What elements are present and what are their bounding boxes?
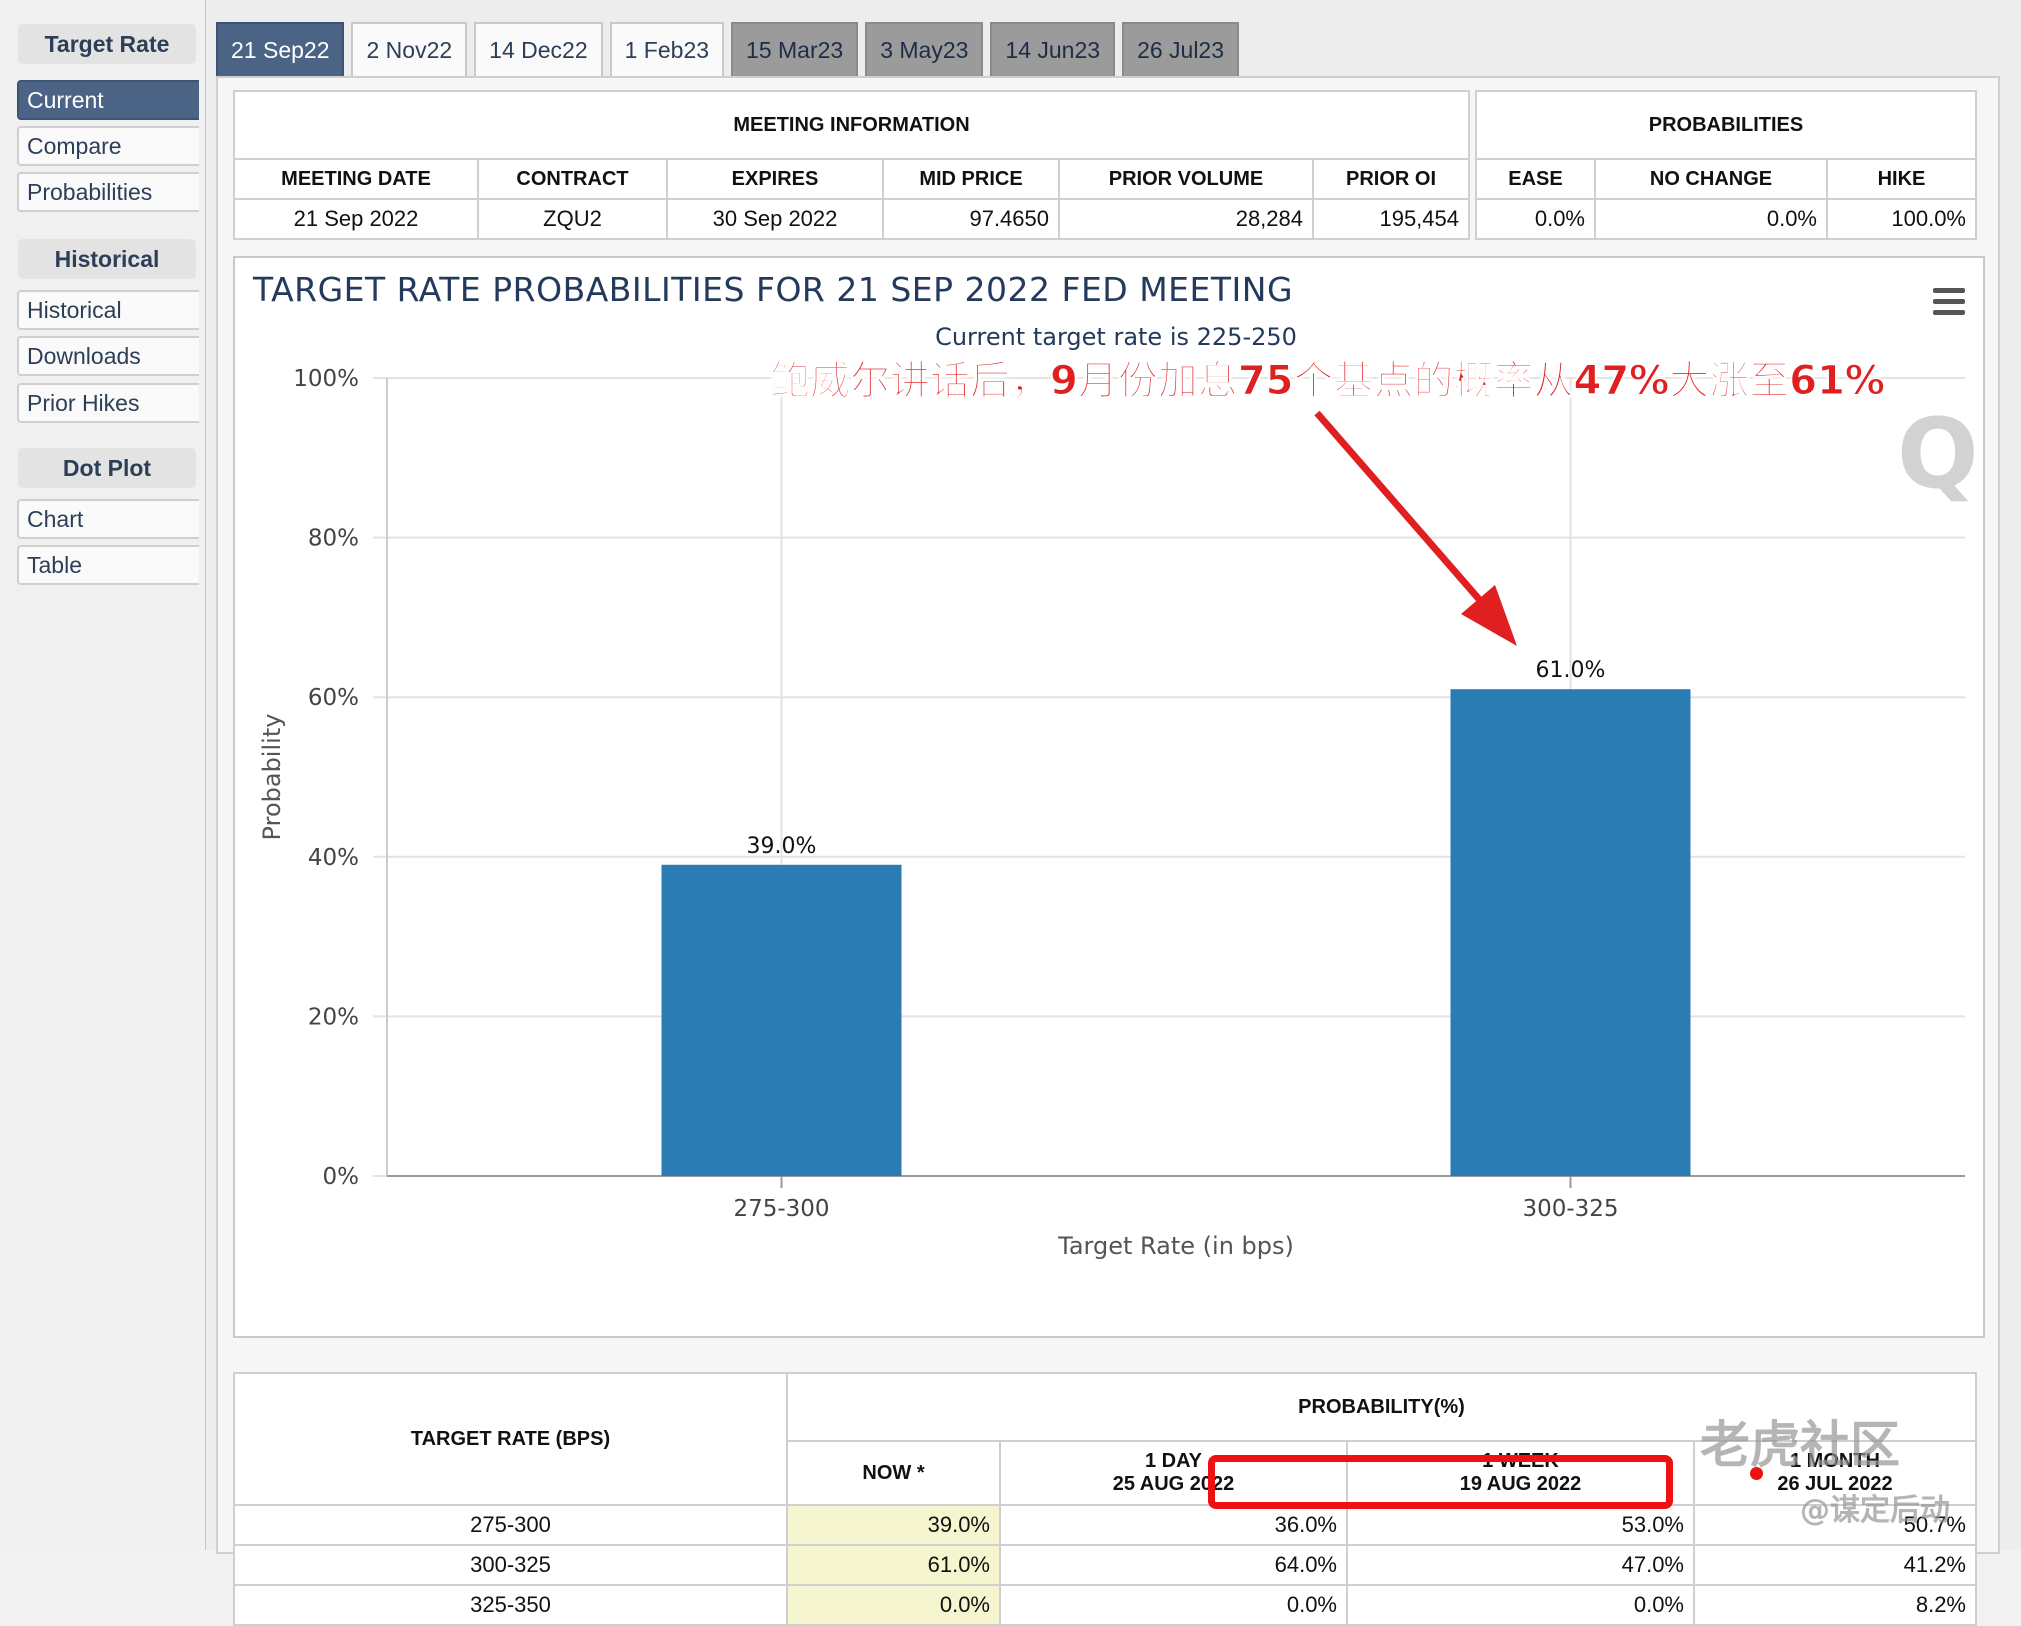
col-contract: CONTRACT: [477, 158, 668, 200]
sidebar-item-probabilities[interactable]: Probabilities: [17, 172, 199, 212]
now-cell: 39.0%: [786, 1504, 1001, 1546]
bar-chart: Current target rate is 225-250 0% 20% 40% 60…: [258, 323, 1965, 1260]
probabilities-header: PROBABILITIES: [1475, 90, 1977, 160]
now-cell: 61.0%: [786, 1544, 1001, 1586]
table-row: 300-325 61.0% 64.0% 47.0% 41.2%: [233, 1544, 1977, 1586]
no-change-value: 0.0%: [1594, 198, 1828, 240]
target-rate-header: TARGET RATE (BPS): [233, 1372, 788, 1506]
y-tick-label: 0%: [323, 1164, 360, 1190]
expires-value: 30 Sep 2022: [666, 198, 884, 240]
bar-300-325: [1450, 689, 1691, 1176]
col-no-change: NO CHANGE: [1594, 158, 1828, 200]
sidebar-item-compare[interactable]: Compare: [17, 126, 199, 166]
chart-panel: TARGET RATE PROBABILITIES FOR 21 SEP 202…: [233, 256, 1985, 1338]
probabilities-table: PROBABILITIES EASE NO CHANGE HIKE 0.0% 0…: [1475, 90, 1977, 240]
chart-subtitle: Current target rate is 225-250: [935, 323, 1297, 351]
author-watermark: @谋定后动: [1800, 1493, 1950, 1528]
site-watermark: 老虎社区: [1700, 1416, 1900, 1474]
sidebar-item-table[interactable]: Table: [17, 545, 199, 585]
one-week-cell: 53.0%: [1346, 1504, 1695, 1546]
sidebar-item-chart[interactable]: Chart: [17, 499, 199, 539]
bar-275-300: [661, 864, 902, 1176]
contract-value: ZQU2: [477, 198, 668, 240]
one-day-cell: 36.0%: [999, 1504, 1348, 1546]
bar-data-label: 61.0%: [1536, 658, 1606, 683]
main-panel: 21 Sep22 2 Nov22 14 Dec22 1 Feb23 15 Mar…: [206, 0, 2021, 1626]
sidebar: Target Rate Current Compare Probabilitie…: [0, 0, 207, 1550]
col-mid-price: MID PRICE: [882, 158, 1060, 200]
prior-volume-value: 28,284: [1058, 198, 1314, 240]
tab-14-jun23[interactable]: 14 Jun23: [990, 22, 1116, 76]
sidebar-item-historical[interactable]: Historical: [17, 290, 199, 330]
tab-14-dec22[interactable]: 14 Dec22: [474, 22, 603, 76]
y-tick-label: 60%: [308, 685, 359, 711]
rate-cell: 325-350: [233, 1584, 788, 1626]
col-expires: EXPIRES: [666, 158, 884, 200]
chart-annotation: 鲍威尔讲话后，9月份加息75个基点的概率从47%大涨至61%: [770, 358, 1886, 405]
table-row: 325-350 0.0% 0.0% 0.0% 8.2%: [233, 1584, 1977, 1626]
y-axis-title: Probability: [258, 714, 286, 841]
x-tick-label: 300-325: [1522, 1196, 1618, 1222]
tab-15-mar23[interactable]: 15 Mar23: [731, 22, 859, 76]
meeting-tabs: 21 Sep22 2 Nov22 14 Dec22 1 Feb23 15 Mar…: [216, 22, 1240, 78]
col-prior-oi: PRIOR OI: [1312, 158, 1470, 200]
sidebar-item-current[interactable]: Current: [17, 80, 199, 120]
x-axis-title: Target Rate (in bps): [1057, 1232, 1294, 1260]
x-tick-label: 275-300: [733, 1196, 829, 1222]
prior-oi-value: 195,454: [1312, 198, 1470, 240]
y-tick-label: 20%: [308, 1004, 359, 1030]
meeting-info-header: MEETING INFORMATION: [233, 90, 1470, 160]
one-day-cell: 64.0%: [999, 1544, 1348, 1586]
rate-cell: 300-325: [233, 1544, 788, 1586]
tab-21-sep22[interactable]: 21 Sep22: [216, 22, 345, 76]
one-day-cell: 0.0%: [999, 1584, 1348, 1626]
tab-1-feb23[interactable]: 1 Feb23: [609, 22, 725, 76]
table-row: 275-300 39.0% 36.0% 53.0% 50.7%: [233, 1504, 1977, 1546]
content-area: MEETING INFORMATION MEETING DATE CONTRAC…: [216, 76, 2000, 1626]
mid-price-value: 97.4650: [882, 198, 1060, 240]
section-dot-plot: Dot Plot: [18, 448, 196, 488]
sidebar-item-prior-hikes[interactable]: Prior Hikes: [17, 383, 199, 423]
hike-value: 100.0%: [1826, 198, 1977, 240]
y-tick-label: 100%: [293, 366, 359, 392]
section-target-rate: Target Rate: [18, 24, 196, 64]
col-hike: HIKE: [1826, 158, 1977, 200]
tab-26-jul23[interactable]: 26 Jul23: [1122, 22, 1240, 76]
col-ease: EASE: [1475, 158, 1596, 200]
sidebar-item-downloads[interactable]: Downloads: [17, 336, 199, 376]
tab-2-nov22[interactable]: 2 Nov22: [351, 22, 468, 76]
meeting-date-value: 21 Sep 2022: [233, 198, 479, 240]
section-historical: Historical: [18, 239, 196, 279]
y-tick-label: 40%: [308, 845, 359, 871]
one-week-cell: 0.0%: [1346, 1584, 1695, 1626]
highlight-box: [1208, 1455, 1673, 1509]
one-month-cell: 8.2%: [1693, 1584, 1977, 1626]
annotation-arrow-head: [1461, 585, 1517, 646]
col-now: NOW *: [786, 1440, 1001, 1506]
y-tick-label: 80%: [308, 526, 359, 552]
col-meeting-date: MEETING DATE: [233, 158, 479, 200]
col-prior-volume: PRIOR VOLUME: [1058, 158, 1314, 200]
tab-3-may23[interactable]: 3 May23: [865, 22, 984, 76]
now-cell: 0.0%: [786, 1584, 1001, 1626]
ease-value: 0.0%: [1475, 198, 1596, 240]
rate-cell: 275-300: [233, 1504, 788, 1546]
meeting-info-table: MEETING INFORMATION MEETING DATE CONTRAC…: [233, 90, 1470, 240]
bar-data-label: 39.0%: [747, 834, 817, 859]
one-week-cell: 47.0%: [1346, 1544, 1695, 1586]
annotation-arrow-shaft: [1314, 410, 1501, 624]
one-month-cell: 41.2%: [1693, 1544, 1977, 1586]
